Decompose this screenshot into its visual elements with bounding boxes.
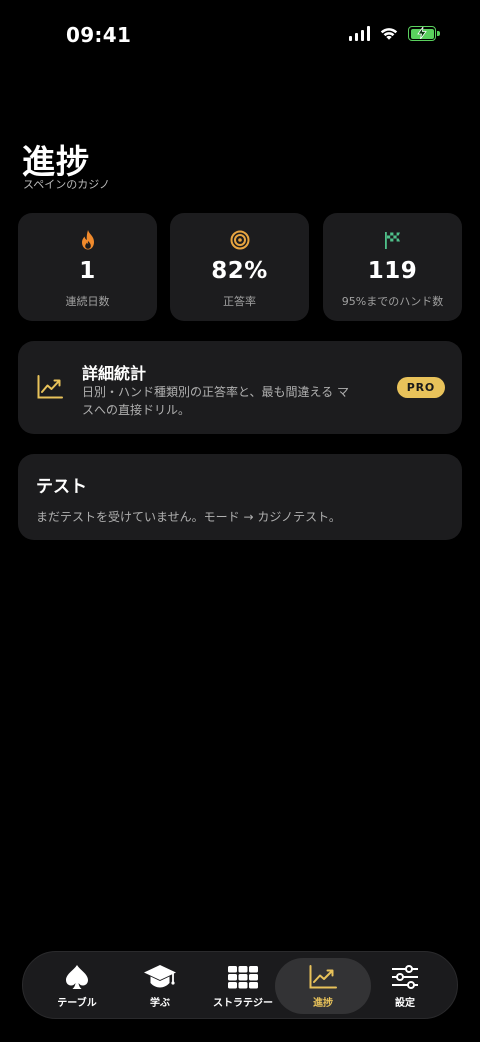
detailed-stats-title: 詳細統計 <box>82 364 147 383</box>
hands-label: 95%までのハンド数 <box>341 295 444 308</box>
page-subtitle: スペインのカジノ <box>23 178 111 191</box>
streak-value: 1 <box>79 258 96 284</box>
grid-icon <box>227 962 259 992</box>
test-card[interactable]: テスト まだテストを受けていません。モード → カジノテスト。 <box>18 454 462 540</box>
trend-chart-icon <box>309 962 337 992</box>
tab-learn[interactable]: 学ぶ <box>112 958 208 1014</box>
checkered-flag-icon <box>383 229 403 251</box>
battery-charging-icon <box>408 26 440 41</box>
tab-learn-label: 学ぶ <box>150 998 170 1009</box>
wifi-icon <box>380 28 398 40</box>
trend-chart-icon <box>37 375 63 399</box>
hands-value: 119 <box>367 258 418 284</box>
target-icon <box>230 229 250 251</box>
detailed-stats-description: 日別・ハンド種類別の正答率と、最も間違える マスへの直接ドリル。 <box>82 385 349 417</box>
spade-icon <box>65 962 89 992</box>
tab-settings-label: 設定 <box>395 998 415 1009</box>
test-description: まだテストを受けていません。モード → カジノテスト。 <box>36 510 341 524</box>
tab-settings[interactable]: 設定 <box>357 958 453 1014</box>
status-time: 09:41 <box>66 23 132 47</box>
status-bar: 09:41 <box>0 0 480 70</box>
streak-label: 連続日数 <box>65 295 110 308</box>
status-icons <box>348 26 440 41</box>
progress-screen: 09:41 進捗 スペインのカジノ 1 連続日数 82% 正答率 119 95%… <box>0 0 480 1042</box>
sliders-icon <box>391 962 419 992</box>
stat-card-streak: 1 連続日数 <box>18 213 157 321</box>
tab-strategy-label: ストラテジー <box>213 998 273 1009</box>
tab-bar: テーブル 学ぶ ストラテジー 進捗 設定 <box>22 951 458 1019</box>
stat-card-accuracy: 82% 正答率 <box>170 213 309 321</box>
tab-table-label: テーブル <box>57 998 97 1009</box>
graduation-cap-icon <box>143 962 177 992</box>
flame-icon <box>80 229 96 251</box>
cellular-signal-icon <box>348 26 370 41</box>
stat-card-hands-to-95: 119 95%までのハンド数 <box>323 213 462 321</box>
accuracy-label: 正答率 <box>223 295 256 308</box>
pro-badge: PRO <box>396 377 445 398</box>
tab-progress-label: 進捗 <box>313 998 333 1009</box>
test-title: テスト <box>36 477 87 497</box>
tab-table[interactable]: テーブル <box>29 958 125 1014</box>
accuracy-value: 82% <box>211 258 268 284</box>
detailed-stats-card[interactable]: 詳細統計 日別・ハンド種類別の正答率と、最も間違える マスへの直接ドリル。 PR… <box>18 341 462 434</box>
